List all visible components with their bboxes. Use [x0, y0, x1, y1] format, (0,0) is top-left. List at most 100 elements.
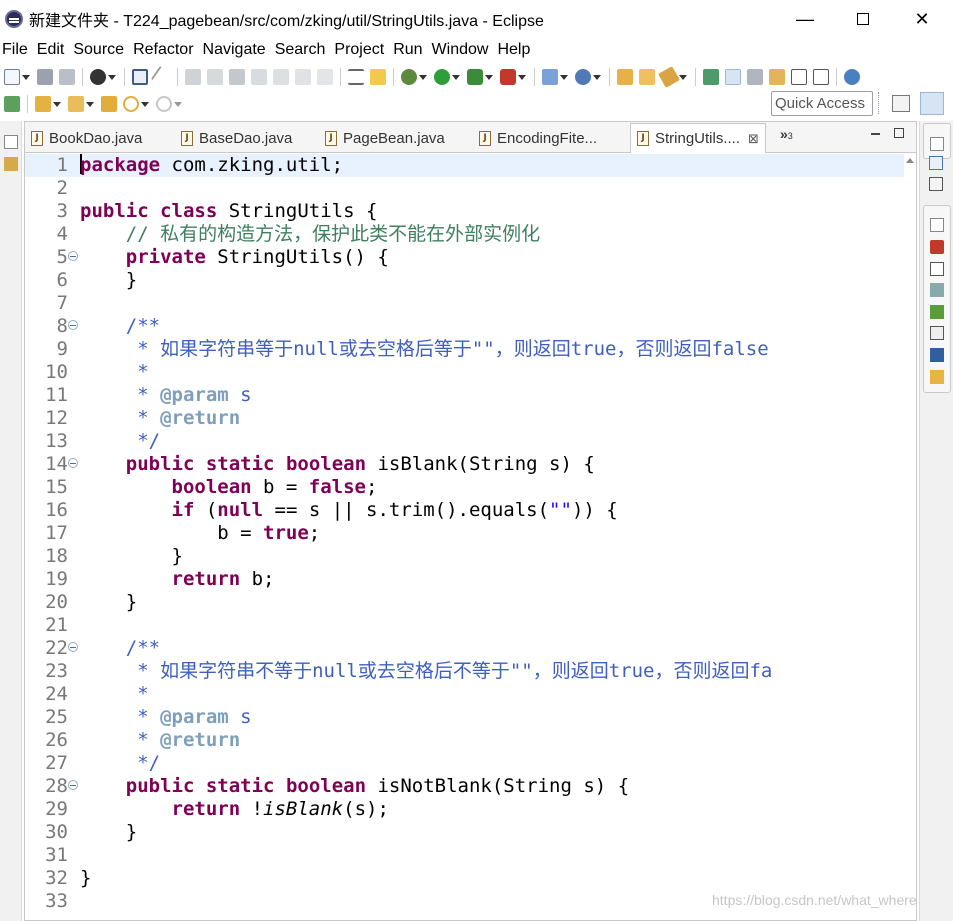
save-icon[interactable] [37, 69, 53, 85]
data-source-icon[interactable] [930, 326, 944, 340]
scroll-up-icon[interactable] [906, 158, 914, 163]
code-line[interactable]: 30 } [25, 821, 916, 844]
code-line[interactable]: 32} [25, 867, 916, 890]
menu-help[interactable]: Help [495, 41, 537, 59]
console-view-icon[interactable] [930, 348, 944, 362]
new-java-project-dropdown-icon[interactable] [560, 74, 568, 80]
code-line[interactable]: 1 package com.zking.util; [25, 154, 916, 177]
previous-annotation-dropdown-icon[interactable] [86, 101, 94, 107]
close-tab-icon[interactable]: ⊠ [748, 131, 759, 147]
code-line[interactable]: 9 * 如果字符串等于null或去空格后等于""，则返回true，否则返回fal… [25, 338, 916, 361]
code-editor[interactable]: 1 package com.zking.util; 2 3 public class S… [25, 154, 916, 920]
back-to-location-icon[interactable] [101, 96, 117, 112]
tab-bookdao[interactable]: J BookDao.java [31, 124, 142, 153]
code-line[interactable]: 31 [25, 844, 916, 867]
tab-basedao[interactable]: J BaseDao.java [181, 124, 292, 153]
open-perspective-icon[interactable] [892, 95, 910, 112]
javadoc-icon[interactable] [930, 262, 944, 276]
code-line[interactable]: 28 public static boolean isNotBlank(Stri… [25, 775, 916, 798]
fold-toggle-icon[interactable] [68, 458, 78, 468]
run-external-icon[interactable] [467, 69, 483, 85]
code-line[interactable]: 21 [25, 614, 916, 637]
step-into-icon[interactable] [273, 69, 289, 85]
menu-navigate[interactable]: Navigate [201, 41, 273, 59]
tab-pagebean[interactable]: J PageBean.java [325, 124, 445, 153]
new-class-icon[interactable] [575, 69, 591, 85]
code-line[interactable]: 26 * @return [25, 729, 916, 752]
skip-breakpoints-icon[interactable] [150, 65, 174, 89]
code-line[interactable]: 8 /** [25, 315, 916, 338]
last-edit-location-icon[interactable] [4, 96, 20, 112]
code-line[interactable]: 2 [25, 177, 916, 200]
toolbar-drag-handle[interactable] [878, 92, 882, 114]
quick-access-field[interactable]: Quick Access [771, 91, 873, 116]
toggle-breadcrumb-icon[interactable] [791, 69, 807, 85]
toggle-word-wrap-icon[interactable] [725, 69, 741, 85]
package-explorer-icon[interactable] [4, 157, 18, 171]
code-line[interactable]: 17 b = true; [25, 522, 916, 545]
code-line[interactable]: 10 * [25, 361, 916, 384]
menu-project[interactable]: Project [332, 41, 391, 59]
search-icon[interactable] [658, 66, 680, 88]
new-java-project-icon[interactable] [542, 69, 558, 85]
restore-icon[interactable] [930, 218, 944, 232]
maximize-button[interactable] [834, 0, 892, 38]
code-line[interactable]: 4 // 私有的构造方法，保护此类不能在外部实例化 [25, 223, 916, 246]
restore-icon[interactable] [4, 135, 18, 149]
code-line[interactable]: 12 * @return [25, 407, 916, 430]
fold-toggle-icon[interactable] [68, 642, 78, 652]
menu-search[interactable]: Search [273, 41, 333, 59]
use-step-filters-icon[interactable] [348, 69, 364, 85]
outline-icon[interactable] [929, 156, 943, 170]
code-line[interactable]: 19 return b; [25, 568, 916, 591]
tab-overflow-button[interactable]: »3 [780, 126, 793, 142]
java-perspective-icon[interactable] [920, 92, 944, 115]
minimize-editor-icon[interactable] [871, 133, 880, 135]
problems-icon[interactable] [930, 240, 944, 254]
declaration-icon[interactable] [930, 283, 944, 297]
coverage-dropdown-icon[interactable] [518, 74, 526, 80]
toggle-mark-occurrences-icon[interactable] [703, 69, 719, 85]
code-line[interactable]: 6 } [25, 269, 916, 292]
code-line[interactable]: 20 } [25, 591, 916, 614]
code-line[interactable]: 22 /** [25, 637, 916, 660]
code-line[interactable]: 24 * [25, 683, 916, 706]
console-icon[interactable] [132, 69, 148, 85]
fold-toggle-icon[interactable] [68, 251, 78, 261]
code-line[interactable]: 15 boolean b = false; [25, 476, 916, 499]
fold-toggle-icon[interactable] [68, 320, 78, 330]
user-dropdown-icon[interactable] [108, 74, 116, 80]
menu-file[interactable]: File [0, 41, 35, 59]
terminate-icon[interactable] [229, 69, 245, 85]
servers-icon[interactable] [930, 305, 944, 319]
open-resource-icon[interactable] [639, 69, 655, 85]
run-icon[interactable] [434, 69, 450, 85]
back-dropdown-icon[interactable] [141, 101, 149, 107]
coverage-icon[interactable] [500, 69, 516, 85]
open-type-icon[interactable] [617, 69, 633, 85]
code-line[interactable]: 7 [25, 292, 916, 315]
menu-edit[interactable]: Edit [35, 41, 72, 59]
close-button[interactable]: ✕ [893, 0, 951, 38]
next-annotation-dropdown-icon[interactable] [53, 101, 61, 107]
tab-stringutils[interactable]: J StringUtils.... ⊠ [630, 123, 766, 153]
previous-annotation-icon[interactable] [68, 96, 84, 112]
restore-icon[interactable] [930, 137, 944, 151]
code-line[interactable]: 23 * 如果字符串不等于null或去空格后不等于""，则返回true，否则返回… [25, 660, 916, 683]
fold-toggle-icon[interactable] [68, 780, 78, 790]
forward-dropdown-icon[interactable] [174, 101, 182, 107]
run-external-dropdown-icon[interactable] [485, 74, 493, 80]
pilcrow-icon[interactable] [813, 69, 829, 85]
vertical-scrollbar[interactable] [904, 154, 916, 920]
next-annotation-icon[interactable] [35, 96, 51, 112]
suspend-icon[interactable] [207, 69, 223, 85]
forward-icon[interactable] [156, 96, 172, 112]
code-line[interactable]: 16 if (null == s || s.trim().equals(""))… [25, 499, 916, 522]
code-line[interactable]: 5 private StringUtils() { [25, 246, 916, 269]
debug-dropdown-icon[interactable] [419, 74, 427, 80]
toggle-block-selection-icon[interactable] [747, 69, 763, 85]
code-line[interactable]: 11 * @param s [25, 384, 916, 407]
search-dropdown-icon[interactable] [679, 74, 687, 80]
menu-window[interactable]: Window [430, 41, 496, 59]
code-line[interactable]: 3 public class StringUtils { [25, 200, 916, 223]
